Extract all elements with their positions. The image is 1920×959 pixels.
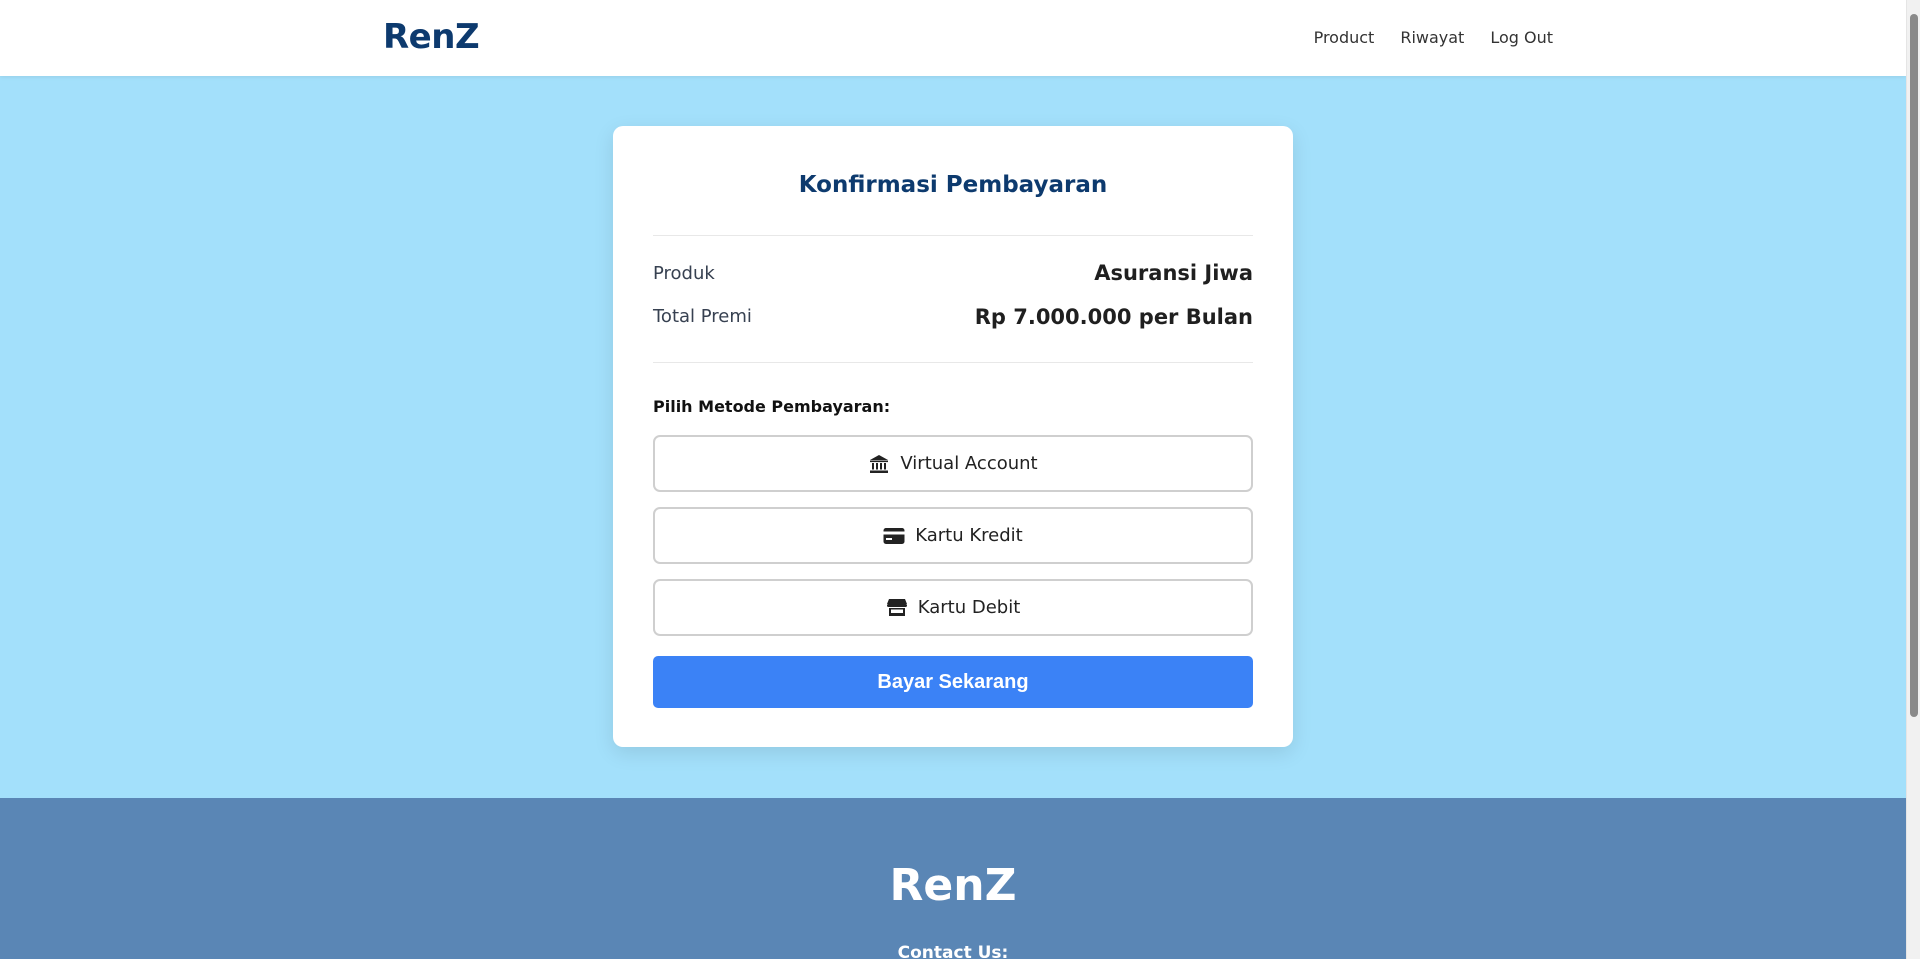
bank-icon	[868, 454, 890, 474]
product-label: Produk	[653, 263, 715, 284]
virtual-account-label: Virtual Account	[900, 453, 1038, 474]
nav-product-link[interactable]: Product	[1314, 28, 1375, 47]
divider-top	[653, 235, 1253, 236]
card-title: Konfirmasi Pembayaran	[798, 172, 1108, 198]
divider-bottom	[653, 362, 1253, 363]
nav-logout-link[interactable]: Log Out	[1490, 28, 1553, 47]
nav-riwayat-link[interactable]: Riwayat	[1400, 28, 1464, 47]
store-icon	[886, 598, 908, 618]
virtual-account-button[interactable]: Virtual Account	[653, 435, 1253, 492]
payment-method-title: Pilih Metode Pembayaran:	[653, 397, 891, 416]
footer-contact-heading: Contact Us:	[897, 943, 1009, 959]
credit-card-button[interactable]: Kartu Kredit	[653, 507, 1253, 564]
scrollbar-thumb[interactable]	[1910, 14, 1918, 717]
nav-links: Product Riwayat Log Out	[1314, 28, 1553, 47]
footer-brand: RenZ	[889, 860, 1017, 911]
debit-card-button[interactable]: Kartu Debit	[653, 579, 1253, 636]
page-scrollbar[interactable]	[1906, 0, 1920, 959]
credit-card-label: Kartu Kredit	[915, 525, 1023, 546]
debit-card-label: Kartu Debit	[917, 597, 1021, 618]
product-value: Asuransi Jiwa	[1094, 261, 1253, 285]
premium-value: Rp 7.000.000 per Bulan	[974, 305, 1253, 329]
credit-card-icon	[883, 526, 905, 546]
footer: RenZ Contact Us:	[0, 798, 1906, 959]
navbar: RenZ Product Riwayat Log Out	[0, 0, 1906, 76]
pay-now-button[interactable]: Bayar Sekarang	[653, 656, 1253, 708]
payment-confirmation-card: Konfirmasi Pembayaran Produk Asuransi Ji…	[613, 126, 1293, 747]
brand-logo[interactable]: RenZ	[383, 17, 480, 57]
premium-label: Total Premi	[653, 306, 752, 327]
